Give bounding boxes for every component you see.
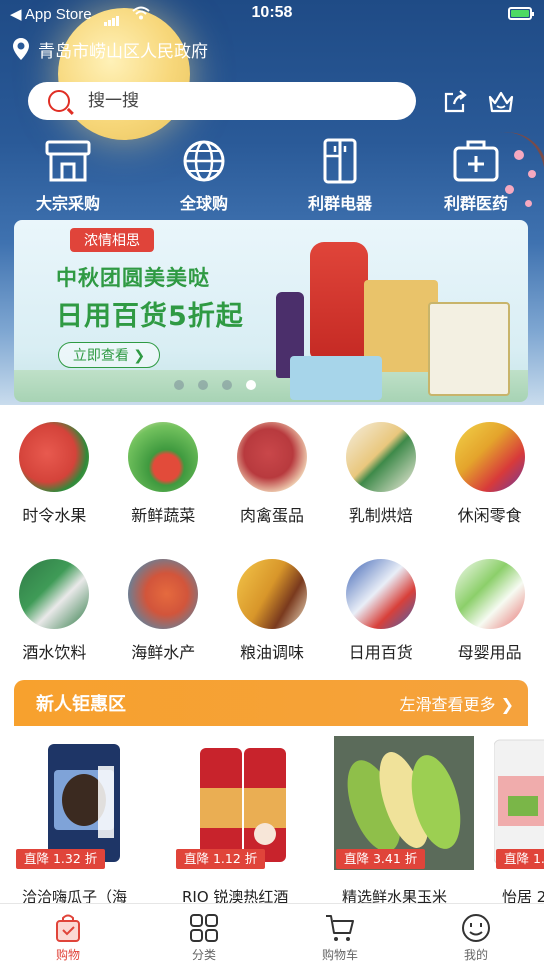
tab-label: 购物: [55, 948, 80, 962]
globe-icon: [183, 140, 225, 182]
daily-goods-image: [345, 559, 416, 629]
search-bar[interactable]: [28, 82, 416, 120]
pagination-dot[interactable]: [198, 380, 208, 390]
clock: 10:58: [251, 4, 293, 21]
grain-oil-image: [236, 559, 307, 629]
search-input[interactable]: [88, 91, 388, 111]
vegetables-image: [128, 422, 199, 492]
wet-wipes-image: [290, 356, 382, 400]
pagination-dot-active[interactable]: [246, 380, 256, 390]
category-name: 海鲜水产: [131, 643, 196, 662]
snacks-image: [454, 422, 525, 492]
search-icon: [48, 90, 70, 112]
banner-view-now-button[interactable]: 立即查看 ❯: [58, 342, 160, 368]
shortcut-row: 大宗采购 全球购 利群电器 利群医药: [0, 138, 544, 218]
store-icon: [45, 140, 91, 182]
promo-product-card[interactable]: 直降 1.32 折 洽洽嗨瓜子（海: [14, 726, 164, 906]
category-row: 酒水饮料 海鲜水产 粮油调味 日用百货 母婴用品: [0, 559, 544, 696]
kitchen-paper-image: [428, 302, 510, 396]
promo-product-card[interactable]: 直降 1.1 怡居 2 转: [494, 726, 544, 906]
category-grid: 时令水果 新鲜蔬菜 肉禽蛋品 乳制烘焙 休闲零食 酒水饮料 海鲜水产 粮油调味 …: [0, 422, 544, 696]
tab-label: 我的: [463, 948, 488, 962]
shortcut-label: 利群电器: [307, 194, 372, 213]
status-bar: ◀ App Store 10:58: [0, 0, 544, 28]
category-drinks[interactable]: 酒水饮料: [0, 559, 109, 696]
newcomer-deals-title: 新人钜惠区: [36, 694, 126, 715]
category-name: 日用百货: [348, 643, 413, 662]
category-dairy-bakery[interactable]: 乳制烘焙: [326, 422, 435, 559]
category-name: 时令水果: [22, 506, 87, 525]
meat-image: [236, 422, 307, 492]
shopping-bag-icon: [56, 914, 80, 942]
dairy-image: [345, 422, 416, 492]
tab-categories[interactable]: 分类: [136, 904, 272, 967]
banner-subheadline: 日用百货5折起: [56, 301, 244, 332]
promo-banner[interactable]: 浓情相思 中秋团圆美美哒 日用百货5折起 立即查看 ❯: [14, 220, 528, 402]
seafood-image: [128, 559, 199, 629]
pagination-dot[interactable]: [174, 380, 184, 390]
shortcut-label: 大宗采购: [35, 194, 100, 213]
category-row: 时令水果 新鲜蔬菜 肉禽蛋品 乳制烘焙 休闲零食: [0, 422, 544, 559]
banner-pagination: [174, 380, 270, 390]
category-grain-oil[interactable]: 粮油调味: [218, 559, 327, 696]
banner-tag: 浓情相思: [70, 228, 154, 252]
location-text: 青岛市崂山区人民政府: [38, 41, 208, 62]
shortcut-global-buy[interactable]: 全球购: [136, 138, 272, 218]
medkit-icon: [453, 140, 499, 182]
category-name: 肉禽蛋品: [239, 506, 304, 525]
discount-badge: 直降 1.12 折: [176, 849, 266, 869]
share-icon[interactable]: [441, 88, 469, 116]
shortcut-label: 全球购: [179, 194, 228, 213]
location-pin-icon: [13, 38, 29, 60]
discount-badge: 直降 1.1: [496, 849, 544, 869]
category-name: 休闲零食: [457, 506, 522, 525]
category-fruit[interactable]: 时令水果: [0, 422, 109, 559]
cart-icon: [326, 915, 354, 941]
category-vegetables[interactable]: 新鲜蔬菜: [109, 422, 218, 559]
grid-icon: [190, 914, 218, 942]
tab-label: 分类: [191, 948, 216, 962]
shortcut-liqun-appliances[interactable]: 利群电器: [272, 138, 408, 218]
fridge-icon: [323, 138, 357, 184]
baby-image: [454, 559, 525, 629]
smile-face-icon: [462, 914, 490, 942]
category-name: 母婴用品: [457, 643, 522, 662]
bottom-tab-bar: 购物 分类 购物车 我的: [0, 903, 544, 967]
category-seafood[interactable]: 海鲜水产: [109, 559, 218, 696]
promo-product-card[interactable]: 直降 3.41 折 精选鲜水果玉米: [334, 726, 484, 906]
drinks-image: [19, 559, 90, 629]
see-more-link[interactable]: 左滑查看更多 ❯: [400, 691, 515, 715]
battery-icon: [508, 7, 534, 20]
shortcut-liqun-pharmacy[interactable]: 利群医药: [408, 138, 544, 218]
tab-mine[interactable]: 我的: [408, 904, 544, 967]
shortcut-bulk-purchase[interactable]: 大宗采购: [0, 138, 136, 218]
newcomer-deals-carousel[interactable]: 直降 1.32 折 洽洽嗨瓜子（海 直降 1.12 折 RIO 锐澳热红酒 直降…: [14, 726, 544, 906]
tab-label: 购物车: [321, 948, 358, 962]
banner-headline: 中秋团圆美美哒: [56, 266, 210, 290]
fruit-image: [19, 422, 90, 492]
category-daily-goods[interactable]: 日用百货: [326, 559, 435, 696]
shortcut-label: 利群医药: [443, 194, 508, 213]
tab-shopping[interactable]: 购物: [0, 904, 136, 967]
category-meat-eggs[interactable]: 肉禽蛋品: [218, 422, 327, 559]
discount-badge: 直降 3.41 折: [336, 849, 426, 869]
category-name: 酒水饮料: [22, 643, 87, 662]
category-name: 乳制烘焙: [348, 506, 413, 525]
category-name: 粮油调味: [239, 643, 304, 662]
newcomer-deals-header: 新人钜惠区 左滑查看更多 ❯: [14, 680, 528, 726]
tab-cart[interactable]: 购物车: [272, 904, 408, 967]
category-name: 新鲜蔬菜: [131, 506, 196, 525]
category-snacks[interactable]: 休闲零食: [435, 422, 544, 559]
promo-product-card[interactable]: 直降 1.12 折 RIO 锐澳热红酒: [174, 726, 324, 906]
pagination-dot[interactable]: [222, 380, 232, 390]
crown-icon[interactable]: [487, 88, 515, 116]
location-selector[interactable]: 青岛市崂山区人民政府: [12, 36, 208, 62]
header: ◀ App Store 10:58 青岛市崂山区人民政府 搜一搜 大宗采购 全球…: [0, 0, 544, 405]
detergent-bottle-image: [310, 242, 368, 358]
discount-badge: 直降 1.32 折: [16, 849, 106, 869]
category-baby[interactable]: 母婴用品: [435, 559, 544, 696]
